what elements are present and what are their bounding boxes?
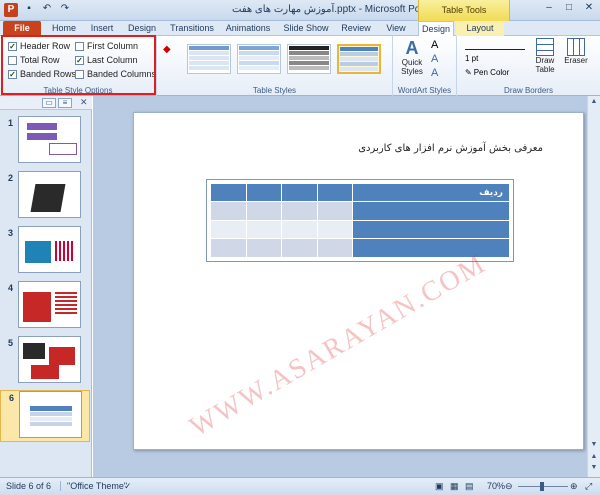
tab-table-design[interactable]: Design: [418, 21, 454, 36]
group-label: WordArt Styles: [397, 86, 452, 95]
zoom-out-icon[interactable]: ⊖: [505, 481, 513, 492]
eraser-icon: [567, 38, 585, 56]
slide-preview: [19, 391, 82, 438]
tab-design[interactable]: Design: [124, 21, 160, 36]
slides-tab[interactable]: ▭: [42, 98, 56, 108]
pen-color-button[interactable]: ✎ Pen Color: [465, 68, 509, 77]
fit-to-window-icon[interactable]: ⤢: [585, 481, 592, 492]
slide-thumbnail[interactable]: 2: [0, 171, 90, 221]
minimize-icon[interactable]: –: [542, 2, 556, 13]
slide-preview: [18, 171, 81, 218]
quick-styles-button[interactable]: A Quick Styles: [397, 38, 427, 76]
draw-borders-group: 1 pt ✎ Pen Color Draw Table Eraser Draw …: [457, 36, 600, 96]
reading-view-icon[interactable]: ▤: [465, 481, 474, 492]
slide-indicator: Slide 6 of 6: [6, 481, 52, 491]
zoom-in-icon[interactable]: ⊕: [570, 481, 578, 492]
tab-table-layout[interactable]: Layout: [456, 21, 504, 36]
window-controls: – □ ✕: [542, 2, 596, 13]
draw-table-icon: [536, 38, 554, 56]
table-style-thumb-selected[interactable]: [337, 44, 381, 74]
maximize-icon[interactable]: □: [562, 2, 576, 13]
theme-name: "Office Theme": [60, 481, 127, 491]
eraser-button[interactable]: Eraser: [561, 38, 591, 65]
text-fill-icon[interactable]: A: [431, 39, 438, 51]
vertical-scrollbar[interactable]: ▲ ▼ ▲ ▼: [587, 96, 600, 477]
quick-access-toolbar: ▪ ↶ ↷: [22, 3, 72, 14]
previous-slide-icon[interactable]: ▲: [589, 453, 599, 463]
slides-panel: ▭ ≡ ✕ 1 2 3 4 5 6: [0, 96, 92, 477]
tab-insert[interactable]: Insert: [86, 21, 118, 36]
tab-home[interactable]: Home: [48, 21, 80, 36]
pen-weight-select[interactable]: 1 pt: [465, 54, 478, 63]
table-style-thumb[interactable]: [187, 44, 231, 74]
save-icon[interactable]: ▪: [22, 3, 36, 14]
zoom-thumb[interactable]: [540, 482, 544, 491]
scroll-up-icon[interactable]: ▲: [589, 98, 599, 108]
slide-table[interactable]: ردیف: [210, 183, 510, 258]
slide[interactable]: معرفی بخش آموزش نرم افزار های کاربردی رد…: [133, 112, 584, 450]
shading-icon[interactable]: ◆: [163, 44, 179, 55]
next-slide-icon[interactable]: ▼: [589, 464, 599, 474]
ribbon-tabs: File Home Insert Design Transitions Anim…: [0, 21, 600, 36]
tab-slide-show[interactable]: Slide Show: [280, 21, 332, 36]
group-label: Draw Borders: [504, 86, 553, 95]
slide-preview: [18, 336, 81, 383]
text-outline-icon[interactable]: A: [431, 53, 438, 65]
redo-icon[interactable]: ↷: [58, 3, 72, 14]
draw-table-button[interactable]: Draw Table: [531, 38, 559, 74]
tab-file[interactable]: File: [3, 21, 41, 36]
editing-canvas: معرفی بخش آموزش نرم افزار های کاربردی رد…: [93, 96, 587, 477]
close-panel-icon[interactable]: ✕: [80, 97, 88, 108]
slide-preview: [18, 116, 81, 163]
panel-tabs: ▭ ≡ ✕: [0, 96, 92, 110]
table-styles-group: ◆ Table Styles: [157, 36, 393, 96]
slide-thumbnail[interactable]: 1: [0, 116, 90, 166]
scroll-down-icon[interactable]: ▼: [589, 441, 599, 451]
pen-icon: ✎: [465, 68, 472, 77]
spellcheck-icon[interactable]: ✓: [124, 481, 132, 492]
zoom-level[interactable]: 70%: [487, 481, 505, 491]
powerpoint-app-icon[interactable]: P: [4, 3, 18, 17]
wordart-a-icon: A: [405, 38, 419, 58]
tab-animations[interactable]: Animations: [222, 21, 274, 36]
undo-icon[interactable]: ↶: [40, 3, 54, 14]
pen-style-select[interactable]: [465, 42, 525, 50]
gallery-scroll[interactable]: ◆: [163, 44, 179, 80]
slide-thumbnail[interactable]: 5: [0, 336, 90, 386]
group-label: Table Styles: [252, 86, 297, 95]
tab-view[interactable]: View: [380, 21, 412, 36]
wordart-styles-group: A Quick Styles A A A WordArt Styles: [393, 36, 457, 96]
slide-preview: [18, 281, 81, 328]
table-style-thumb[interactable]: [237, 44, 281, 74]
table-tools-label: Table Tools: [418, 0, 510, 21]
highlight-box: [1, 35, 156, 95]
slide-thumbnail[interactable]: 4: [0, 281, 90, 331]
tab-transitions[interactable]: Transitions: [166, 21, 218, 36]
outline-tab[interactable]: ≡: [58, 98, 72, 108]
table-frame[interactable]: ردیف: [206, 179, 514, 262]
text-effects-icon[interactable]: A: [431, 67, 438, 79]
table-style-thumb[interactable]: [287, 44, 331, 74]
slide-sorter-icon[interactable]: ▦: [450, 481, 459, 492]
status-bar: Slide 6 of 6 "Office Theme" ✓ ▣ ▦ ▤ 70% …: [0, 477, 600, 495]
normal-view-icon[interactable]: ▣: [435, 481, 444, 492]
tab-review[interactable]: Review: [338, 21, 374, 36]
slide-title[interactable]: معرفی بخش آموزش نرم افزار های کاربردی: [358, 143, 543, 154]
title-bar: P ▪ ↶ ↷ آموزش مهارت های هفت.pptx - Micro…: [0, 0, 600, 21]
header-cell[interactable]: ردیف: [352, 183, 510, 202]
slide-thumbnail[interactable]: 3: [0, 226, 90, 276]
slide-thumbnail-selected[interactable]: 6: [0, 390, 90, 442]
close-icon[interactable]: ✕: [582, 2, 596, 13]
slide-preview: [18, 226, 81, 273]
